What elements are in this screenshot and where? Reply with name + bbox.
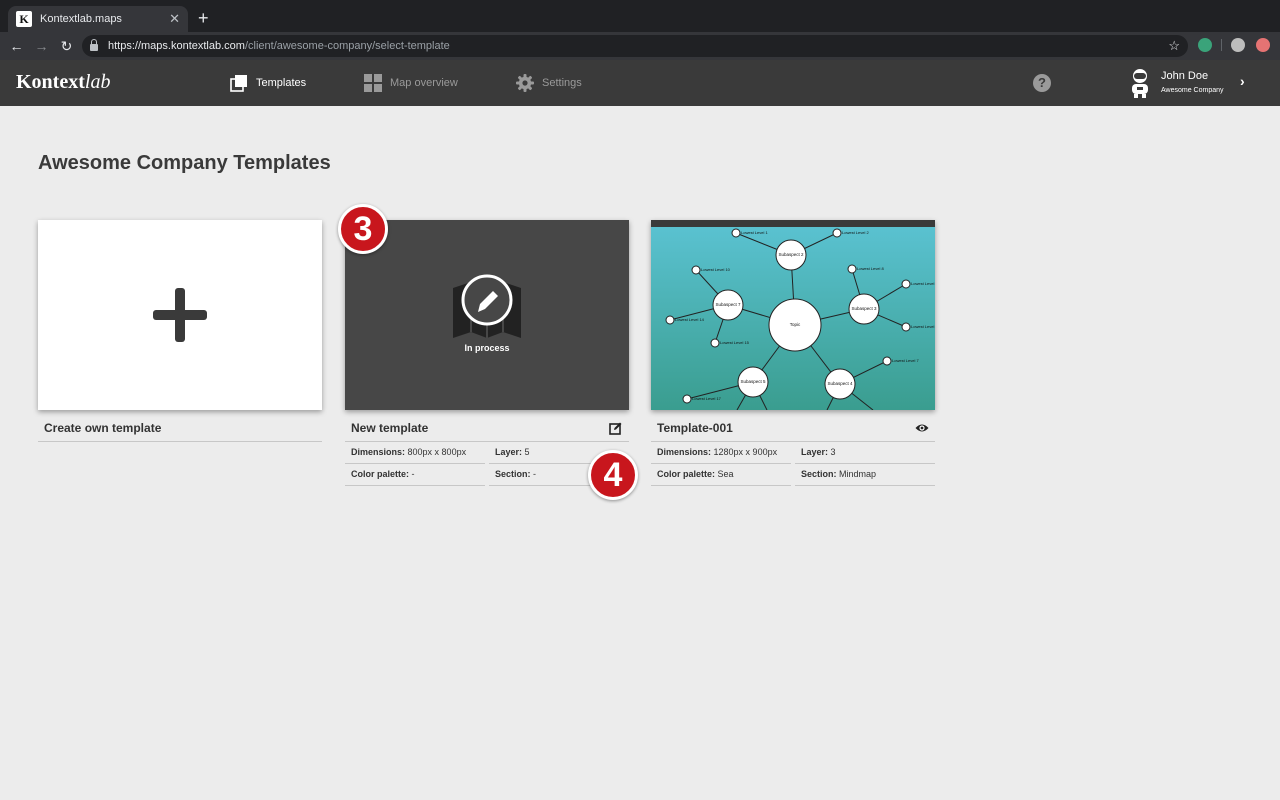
mindmap-thumbnail: Topic Subaspect 2 Subaspect 7 Subaspect … bbox=[665, 228, 934, 410]
card-title: New template bbox=[351, 421, 429, 435]
new-template-card[interactable]: In process bbox=[345, 220, 629, 410]
user-name[interactable]: John Doe bbox=[1161, 70, 1208, 82]
mindmap-topic: Topic bbox=[790, 322, 801, 327]
create-template-label[interactable]: Create own template bbox=[38, 421, 322, 442]
gear-icon bbox=[516, 74, 534, 92]
eye-icon[interactable] bbox=[915, 421, 929, 435]
toolbar-divider bbox=[1221, 39, 1222, 51]
chevron-right-icon[interactable]: › bbox=[1240, 73, 1245, 89]
forward-icon[interactable]: → bbox=[29, 38, 54, 54]
nav-templates[interactable]: Templates bbox=[230, 73, 306, 93]
tab-title: Kontextlab.maps bbox=[40, 13, 122, 25]
bookmark-star-icon[interactable]: ☆ bbox=[1168, 38, 1180, 54]
mindmap-leaf: Lowest Level 8 bbox=[857, 266, 884, 271]
mindmap-subaspect: Subaspect 4 bbox=[827, 381, 853, 386]
url-host: https://maps.kontextlab.com bbox=[108, 40, 245, 52]
color-palette-field: Color palette: Sea bbox=[651, 465, 791, 486]
help-icon[interactable]: ? bbox=[1033, 74, 1051, 92]
nav-map-overview-label: Map overview bbox=[390, 77, 458, 89]
edit-icon[interactable] bbox=[609, 421, 623, 435]
annotation-badge-3: 3 bbox=[338, 204, 388, 254]
new-template-name[interactable]: New template bbox=[345, 421, 629, 442]
back-icon[interactable]: ← bbox=[4, 38, 29, 54]
mindmap-leaf: Lowest Level bbox=[911, 324, 934, 329]
browser-toolbar: ← → ↻ https://maps.kontextlab.com/client… bbox=[0, 32, 1280, 60]
section-field: Section: Mindmap bbox=[795, 465, 935, 486]
avatar[interactable] bbox=[1128, 68, 1152, 98]
nav-templates-label: Templates bbox=[256, 77, 307, 89]
url-path: /client/awesome-company/select-template bbox=[244, 40, 450, 52]
dimensions-field: Dimensions: 800px x 800px bbox=[345, 443, 485, 464]
mindmap-subaspect: Subaspect 7 bbox=[715, 302, 741, 307]
extension-icon[interactable] bbox=[1256, 38, 1270, 52]
address-bar[interactable]: https://maps.kontextlab.com/client/aweso… bbox=[82, 35, 1188, 57]
nav-map-overview[interactable]: Map overview bbox=[364, 73, 458, 93]
close-tab-icon[interactable]: ✕ bbox=[169, 11, 180, 27]
templates-icon bbox=[230, 75, 247, 92]
layer-field: Layer: 3 bbox=[795, 443, 935, 464]
mindmap-subaspect: Subaspect 5 bbox=[740, 379, 766, 384]
mindmap-leaf: Lowest Level 15 bbox=[720, 340, 750, 345]
browser-tab[interactable]: K Kontextlab.maps ✕ bbox=[8, 6, 188, 32]
profile-icon[interactable] bbox=[1231, 38, 1245, 52]
nav-settings-label: Settings bbox=[542, 77, 582, 89]
mindmap-leaf: Lowest Level bbox=[911, 281, 934, 286]
kontextlab-logo[interactable]: Kontextlab bbox=[16, 71, 110, 94]
create-template-card[interactable] bbox=[38, 220, 322, 410]
mindmap-leaf: Lowest Level 17 bbox=[692, 396, 722, 401]
status-label: In process bbox=[464, 343, 510, 353]
mindmap-leaf: Lowest Level 1 bbox=[741, 230, 768, 235]
plus-icon bbox=[153, 288, 207, 342]
lock-icon bbox=[90, 39, 98, 51]
mindmap-leaf: Lowest Level 14 bbox=[675, 317, 705, 322]
template-001-name[interactable]: Template-001 bbox=[651, 421, 935, 442]
mindmap-leaf: Lowest Level 7 bbox=[892, 358, 919, 363]
nav-settings[interactable]: Settings bbox=[516, 73, 582, 93]
extension-icon[interactable] bbox=[1198, 38, 1212, 52]
card-title: Template-001 bbox=[657, 421, 733, 435]
user-company: Awesome Company bbox=[1161, 87, 1224, 94]
template-001-card[interactable]: Topic Subaspect 2 Subaspect 7 Subaspect … bbox=[651, 220, 935, 410]
grid-icon bbox=[364, 74, 382, 92]
mindmap-leaf: Lowest Level 10 bbox=[701, 267, 731, 272]
mindmap-subaspect: Subaspect 2 bbox=[778, 252, 804, 257]
mindmap-subaspect: Subaspect 3 bbox=[851, 306, 877, 311]
annotation-badge-4: 4 bbox=[588, 450, 638, 500]
new-tab-button[interactable]: + bbox=[198, 8, 209, 28]
browser-tabstrip: K Kontextlab.maps ✕ + bbox=[0, 0, 1280, 32]
color-palette-field: Color palette: - bbox=[345, 465, 485, 486]
app-header: Kontextlab Templates Map overview Settin… bbox=[0, 60, 1280, 106]
map-edit-icon bbox=[453, 274, 521, 338]
reload-icon[interactable]: ↻ bbox=[54, 38, 79, 55]
kontextlab-favicon-icon: K bbox=[16, 11, 32, 27]
dimensions-field: Dimensions: 1280px x 900px bbox=[651, 443, 791, 464]
page-title: Awesome Company Templates bbox=[38, 152, 331, 174]
mindmap-leaf: Lowest Level 2 bbox=[842, 230, 869, 235]
